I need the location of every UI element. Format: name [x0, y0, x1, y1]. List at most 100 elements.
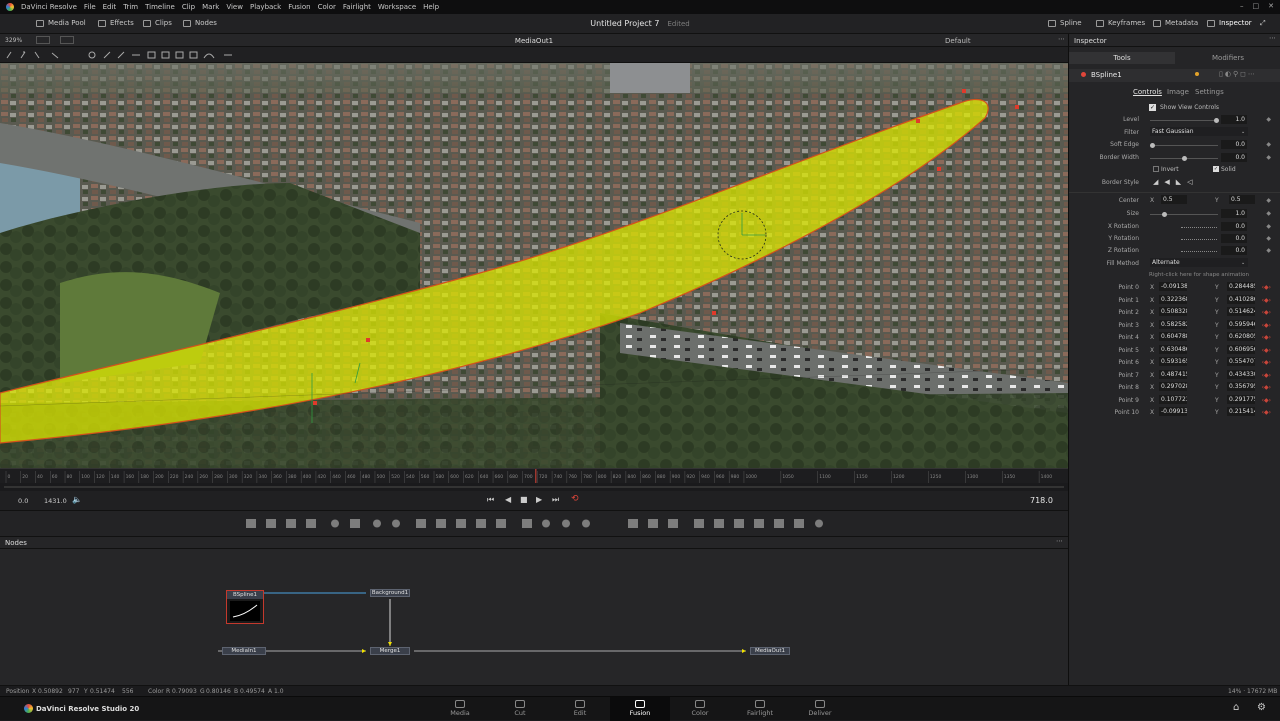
- center-x-field[interactable]: 0.5: [1161, 195, 1187, 204]
- expand-icon[interactable]: ⤢: [1260, 19, 1266, 28]
- border-width-keyframe-icon[interactable]: ◆: [1266, 154, 1271, 161]
- menu-workspace[interactable]: Workspace: [378, 3, 416, 11]
- layout-select[interactable]: Default: [945, 37, 971, 45]
- minimize-icon[interactable]: –: [1240, 2, 1244, 10]
- menu-mark[interactable]: Mark: [202, 3, 219, 11]
- solid-checkbox[interactable]: ✓: [1213, 166, 1219, 172]
- point-y-field[interactable]: 0.284485: [1227, 282, 1255, 291]
- menu-trim[interactable]: Trim: [123, 3, 138, 11]
- point-x-field[interactable]: 0.508328: [1159, 307, 1187, 316]
- point-y-field[interactable]: 0.606956: [1227, 344, 1255, 354]
- page-fusion[interactable]: Fusion: [610, 697, 670, 721]
- point-keyframe-icon[interactable]: ‹◆›: [1262, 334, 1271, 341]
- inspector-button[interactable]: Inspector: [1207, 19, 1252, 27]
- time-ruler[interactable]: 0 20 40 60 80 100 120 140 160 180 200 220 240 260 280 3…: [0, 468, 1068, 484]
- size-keyframe-icon[interactable]: ◆: [1266, 210, 1271, 217]
- point-y-field[interactable]: 0.554707: [1227, 357, 1255, 366]
- size-value[interactable]: 1.0: [1221, 209, 1247, 218]
- y-rotation-value[interactable]: 0.0: [1221, 234, 1247, 243]
- border-width-knob[interactable]: [1182, 156, 1187, 161]
- tab-tools[interactable]: Tools: [1069, 52, 1175, 64]
- point-y-field[interactable]: 0.434330: [1227, 369, 1255, 379]
- point-keyframe-icon[interactable]: ‹◆›: [1262, 322, 1271, 329]
- scrub-bar[interactable]: [0, 483, 1068, 491]
- point-x-field[interactable]: 0.297028: [1159, 382, 1187, 391]
- menu-color[interactable]: Color: [318, 3, 336, 11]
- soft-edge-keyframe-icon[interactable]: ◆: [1266, 141, 1271, 148]
- page-color[interactable]: Color: [670, 697, 730, 721]
- go-to-end-icon[interactable]: ⏭: [552, 495, 559, 505]
- level-slider[interactable]: [1150, 118, 1219, 123]
- play-reverse-icon[interactable]: ◀: [505, 495, 511, 504]
- subtab-settings[interactable]: Settings: [1195, 88, 1224, 96]
- point-x-field[interactable]: 0.593165: [1159, 357, 1187, 366]
- invert-checkbox[interactable]: [1153, 166, 1159, 172]
- z-rotation-value[interactable]: 0.0: [1221, 246, 1247, 255]
- menu-fusion[interactable]: Fusion: [288, 3, 310, 11]
- center-y-field[interactable]: 0.5: [1229, 195, 1255, 204]
- point-keyframe-icon[interactable]: ‹◆›: [1262, 397, 1271, 404]
- tab-modifiers[interactable]: Modifiers: [1175, 52, 1280, 64]
- point-keyframe-icon[interactable]: ‹◆›: [1262, 284, 1271, 291]
- tool-active-dot-icon[interactable]: [1081, 72, 1086, 77]
- audio-icon[interactable]: 🔈: [72, 495, 82, 504]
- size-slider[interactable]: [1150, 212, 1218, 217]
- level-value[interactable]: 1.0: [1221, 115, 1247, 124]
- point-x-field[interactable]: -0.09138: [1159, 282, 1187, 291]
- settings-gear-icon[interactable]: ⚙: [1257, 702, 1266, 713]
- page-deliver[interactable]: Deliver: [790, 697, 850, 721]
- metadata-button[interactable]: Metadata: [1153, 19, 1198, 27]
- play-icon[interactable]: ▶: [536, 495, 542, 504]
- mediain-node[interactable]: MediaIn1: [222, 647, 266, 655]
- center-keyframe-icon[interactable]: ◆: [1266, 197, 1271, 204]
- menu-playback[interactable]: Playback: [250, 3, 281, 11]
- z-rotation-keyframe-icon[interactable]: ◆: [1266, 247, 1271, 254]
- home-icon[interactable]: ⌂: [1233, 702, 1239, 713]
- filter-select[interactable]: Fast Gaussian: [1150, 127, 1248, 136]
- subtab-image[interactable]: Image: [1167, 88, 1189, 96]
- level-keyframe-icon[interactable]: ◆: [1266, 116, 1271, 123]
- point-y-field[interactable]: 0.620805: [1227, 332, 1255, 341]
- x-rotation-dial[interactable]: [1181, 227, 1217, 228]
- page-media[interactable]: Media: [430, 697, 490, 721]
- menu-edit[interactable]: Edit: [103, 3, 117, 11]
- point-y-field[interactable]: 0.291775: [1227, 394, 1255, 404]
- close-icon[interactable]: ✕: [1268, 2, 1274, 10]
- maximize-icon[interactable]: □: [1253, 2, 1260, 10]
- menu-help[interactable]: Help: [423, 3, 439, 11]
- point-y-field[interactable]: 0.215414: [1227, 407, 1255, 416]
- viewer-canvas[interactable]: [0, 63, 1068, 468]
- stop-icon[interactable]: ■: [520, 495, 528, 504]
- point-keyframe-icon[interactable]: ‹◆›: [1262, 297, 1271, 304]
- z-rotation-dial[interactable]: [1181, 251, 1217, 252]
- soft-edge-slider[interactable]: [1150, 143, 1218, 148]
- page-cut[interactable]: Cut: [490, 697, 550, 721]
- point-y-field[interactable]: 0.410286: [1227, 294, 1255, 304]
- go-to-start-icon[interactable]: ⏮: [487, 495, 494, 505]
- soft-edge-value[interactable]: 0.0: [1221, 140, 1247, 149]
- background-node[interactable]: Background1: [370, 589, 410, 597]
- point-x-field[interactable]: 0.630486: [1159, 344, 1187, 354]
- point-y-field[interactable]: 0.595946: [1227, 319, 1255, 329]
- point-keyframe-icon[interactable]: ‹◆›: [1262, 372, 1271, 379]
- border-width-value[interactable]: 0.0: [1221, 153, 1247, 162]
- menu-clip[interactable]: Clip: [182, 3, 195, 11]
- menu-timeline[interactable]: Timeline: [145, 3, 175, 11]
- point-y-field[interactable]: 0.514624: [1227, 307, 1255, 316]
- spline-button[interactable]: Spline: [1048, 19, 1082, 27]
- node-editor[interactable]: BSpline1 Background1 MediaIn1 Merge1 Med…: [0, 549, 1068, 685]
- start-frame[interactable]: 0.0: [18, 497, 28, 505]
- viewer-more-icon[interactable]: ⋯: [1058, 35, 1065, 43]
- chevron-down-icon[interactable]: ⌄: [1241, 129, 1245, 135]
- y-rotation-keyframe-icon[interactable]: ◆: [1266, 235, 1271, 242]
- point-x-field[interactable]: -0.09913: [1159, 407, 1187, 416]
- mediaout-node[interactable]: MediaOut1: [750, 647, 790, 655]
- end-frame[interactable]: 1431.0: [44, 497, 67, 505]
- point-y-field[interactable]: 0.356795: [1227, 382, 1255, 391]
- merge-node[interactable]: Merge1: [370, 647, 410, 655]
- border-style-icons[interactable]: ◢◀◣◁: [1153, 178, 1199, 186]
- point-keyframe-icon[interactable]: ‹◆›: [1262, 347, 1271, 354]
- page-edit[interactable]: Edit: [550, 697, 610, 721]
- point-keyframe-icon[interactable]: ‹◆›: [1262, 359, 1271, 366]
- menu-file[interactable]: File: [84, 3, 96, 11]
